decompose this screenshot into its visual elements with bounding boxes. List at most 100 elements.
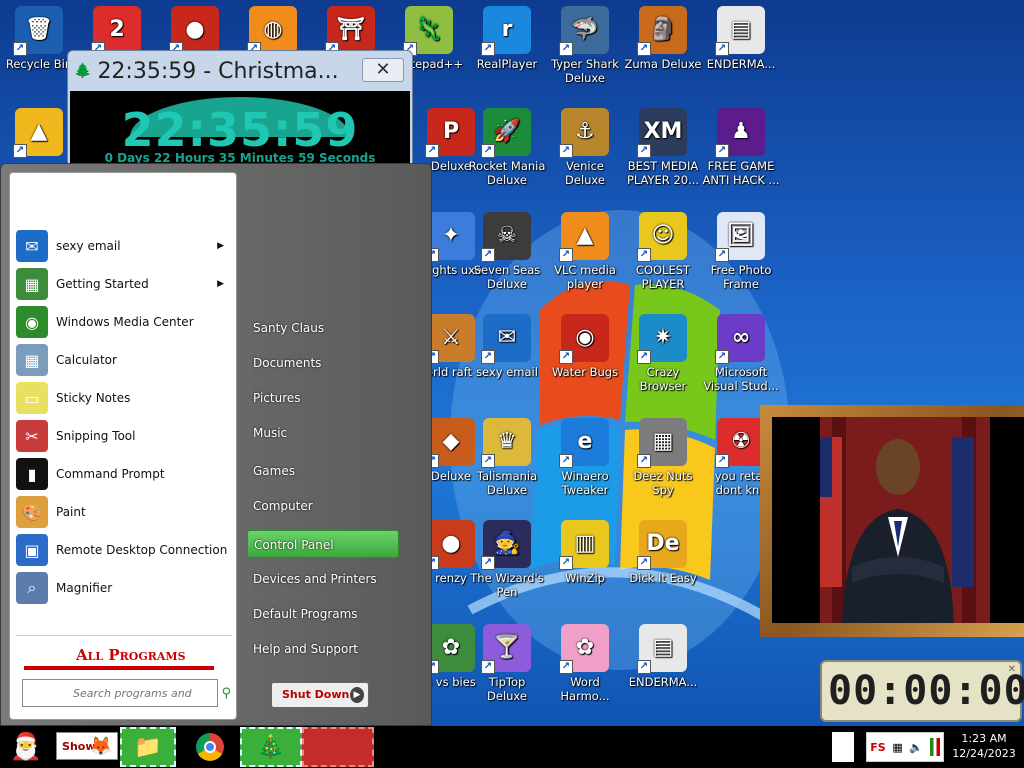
desktop-icon-crazybrowser[interactable]: ✷ ↗ Crazy Browser: [624, 314, 702, 393]
desktop-icon-label: sexy email: [476, 365, 538, 379]
shortcut-arrow-icon: ↗: [715, 144, 729, 158]
start-button[interactable]: 🎅: [4, 727, 48, 767]
shortcut-arrow-icon: ↗: [715, 248, 729, 262]
program-item[interactable]: ▭ Sticky Notes: [16, 381, 230, 415]
start-link-control-panel[interactable]: Control Panel: [247, 530, 399, 558]
start-link-default-programs[interactable]: Default Programs: [247, 600, 399, 628]
desktop-icon-venice[interactable]: ⚓ ↗ Venice Deluxe: [546, 108, 624, 187]
desktop-icon-winzip[interactable]: ▥ ↗ WinZip: [546, 520, 624, 585]
shortcut-arrow-icon: ↗: [637, 454, 651, 468]
desktop-icon-freephoto[interactable]: 🖼 ↗ Free Photo Frame: [702, 212, 780, 291]
countdown-timer-widget[interactable]: 00:00:00 ✕: [820, 660, 1024, 722]
shortcut-arrow-icon: ↗: [13, 42, 27, 56]
desktop-icon-label: ENDERMA...: [628, 675, 698, 689]
start-link-santy-claus[interactable]: Santy Claus: [247, 314, 399, 342]
volume-icon[interactable]: 🔈: [909, 741, 923, 754]
show-notification-area[interactable]: [832, 732, 854, 762]
program-item[interactable]: ✉ sexy email ▶: [16, 229, 230, 263]
desktop-icon-deeznuts[interactable]: ▦ ↗ Deez Nuts Spy: [624, 418, 702, 497]
program-item[interactable]: ▮ Command Prompt: [16, 457, 230, 491]
taskbar-app-chrome[interactable]: [188, 727, 232, 767]
taskbar-app-christmas-tree[interactable]: 🎄: [240, 727, 302, 767]
flag-icon[interactable]: [929, 738, 940, 756]
talismania-glyph: ♛: [497, 429, 517, 454]
shortcut-arrow-icon: ↗: [637, 660, 651, 674]
desktop-icon-wordharmony[interactable]: ✿ ↗ Word Harmo...: [546, 624, 624, 703]
program-item[interactable]: ▦ Calculator: [16, 343, 230, 377]
desktop-icon-freegame[interactable]: ♟ ↗ FREE GAME ANTI HACK ...: [702, 108, 780, 187]
start-menu-programs-pane: ✉ sexy email ▶ ▦ Getting Started ▶ ◉ Windows Me…: [9, 172, 237, 720]
xmplay-icon: XM ↗: [637, 108, 687, 158]
search-box[interactable]: ⚲: [22, 679, 231, 707]
network-icon[interactable]: ▦: [892, 741, 902, 754]
program-item[interactable]: ⌕ Magnifier: [16, 571, 230, 605]
desktop-icon-coolest[interactable]: ☺ ↗ COOLEST PLAYER: [624, 212, 702, 291]
program-item[interactable]: ▣ Remote Desktop Connection: [16, 533, 230, 567]
desktop-icon-enderma1[interactable]: ▤ ↗ ENDERMA...: [702, 6, 780, 71]
program-item[interactable]: ▦ Getting Started ▶: [16, 267, 230, 301]
christmas-clock-window[interactable]: 🌲 22:35:59 - Christma... ✕ 22:35:59 0 Da…: [67, 50, 413, 164]
timer-display: 00:00:00: [828, 668, 1024, 714]
program-item[interactable]: 🎨 Paint: [16, 495, 230, 529]
desktop-icon-label: The Wizard's Pen: [470, 571, 544, 599]
photo-frame-widget[interactable]: [760, 405, 1024, 637]
program-item[interactable]: ✂ Snipping Tool: [16, 419, 230, 453]
program-label: Paint: [56, 505, 86, 519]
youretar-icon: ☢ ↗: [715, 418, 765, 468]
desktop-icon-dickiteasy[interactable]: De ↗ Dick It Easy: [624, 520, 702, 585]
desktop-icon-talismania[interactable]: ♛ ↗ Talismania Deluxe: [468, 418, 546, 497]
desktop-icon-sexyemail[interactable]: ✉ ↗ sexy email: [468, 314, 546, 379]
program-label: Command Prompt: [56, 467, 165, 481]
search-input[interactable]: [23, 680, 193, 706]
shortcut-arrow-icon: ↗: [481, 350, 495, 364]
desktop-icon-label: Word Harmo...: [560, 675, 610, 703]
start-link-help-and-support[interactable]: Help and Support: [247, 635, 399, 663]
clock-window-titlebar[interactable]: 🌲 22:35:59 - Christma...: [68, 51, 412, 91]
taskbar-app-red[interactable]: [302, 727, 374, 767]
freephoto-glyph: 🖼: [727, 223, 755, 248]
start-link-pictures[interactable]: Pictures: [247, 384, 399, 412]
program-icon: ▣: [16, 534, 48, 566]
desktop-icon-tiptop[interactable]: 🍸 ↗ TipTop Deluxe: [468, 624, 546, 703]
shortcut-arrow-icon: ↗: [637, 556, 651, 570]
clock-countdown-text: 0 Days 22 Hours 35 Minutes 59 Seconds: [104, 151, 376, 163]
program-item[interactable]: ◉ Windows Media Center: [16, 305, 230, 339]
start-link-computer[interactable]: Computer: [247, 492, 399, 520]
desktop-icon-sevenseas[interactable]: ☠ ↗ Seven Seas Deluxe: [468, 212, 546, 291]
desktop-icon-wizardspen[interactable]: 🧙 ↗ The Wizard's Pen: [468, 520, 546, 599]
desktop-icon-zuma[interactable]: 🗿 ↗ Zuma Deluxe: [624, 6, 702, 71]
start-link-documents[interactable]: Documents: [247, 349, 399, 377]
all-programs-label: All Programs: [76, 646, 186, 664]
close-icon[interactable]: ✕: [1008, 664, 1016, 675]
top2-icon: 2 ↗: [91, 6, 141, 56]
close-button[interactable]: ✕: [362, 58, 404, 82]
start-link-games[interactable]: Games: [247, 457, 399, 485]
desktop-icon-vlc[interactable]: ▲ ↗ VLC media player: [546, 212, 624, 291]
desktop-icon-enderma2[interactable]: ▤ ↗ ENDERMA...: [624, 624, 702, 689]
all-programs-stripe: [24, 666, 214, 670]
desktop-icon-winaero[interactable]: e ↗ Winaero Tweaker: [546, 418, 624, 497]
desktop-icon-typershark[interactable]: 🦈 ↗ Typer Shark Deluxe: [546, 6, 624, 85]
tray-app-icon[interactable]: FS: [870, 741, 885, 754]
all-programs-button[interactable]: All Programs: [16, 635, 232, 671]
desktop-icon-xmplay[interactable]: XM ↗ BEST MEDIA PLAYER 20...: [624, 108, 702, 187]
folder-icon: 📁: [134, 734, 162, 760]
start-link-devices-and-printers[interactable]: Devices and Printers: [247, 565, 399, 593]
program-label: Sticky Notes: [56, 391, 131, 405]
start-link-music[interactable]: Music: [247, 419, 399, 447]
desktop-icon-realplayer[interactable]: r ↗ RealPlayer: [468, 6, 546, 71]
taskbar-app-explorer[interactable]: 📁: [120, 727, 176, 767]
taskbar-app-showdown[interactable]: Show 🦊: [56, 732, 118, 760]
taskbar-clock[interactable]: 1:23 AM 12/24/2023: [944, 731, 1024, 761]
top2-glyph: 2: [109, 17, 125, 42]
shutdown-arrow-icon[interactable]: ▶: [350, 687, 364, 703]
desktop-icon-waterbugs[interactable]: ◉ ↗ Water Bugs: [546, 314, 624, 379]
wordharmony-icon: ✿ ↗: [559, 624, 609, 674]
desktop-icon-msvs[interactable]: ∞ ↗ Microsoft Visual Stud...: [702, 314, 780, 393]
shutdown-button[interactable]: Shut Down ▶: [271, 682, 369, 708]
program-icon: ✂: [16, 420, 48, 452]
desktop-icon-rocketmania[interactable]: 🚀 ↗ Rocket Mania Deluxe: [468, 108, 546, 187]
program-label: Snipping Tool: [56, 429, 136, 443]
desktop-icon-label: VLC media player: [554, 263, 616, 291]
aimp-glyph: ▲: [30, 119, 48, 144]
